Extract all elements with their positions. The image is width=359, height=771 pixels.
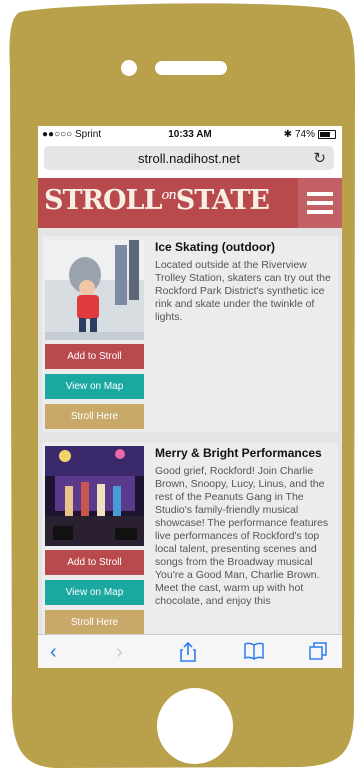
safari-toolbar: ‹ › — [38, 634, 342, 668]
reload-icon[interactable]: ↻ — [313, 149, 326, 167]
tabs-icon[interactable] — [308, 641, 328, 667]
address-bar[interactable]: stroll.nadihost.net ↻ — [44, 146, 334, 170]
home-button[interactable] — [157, 688, 233, 764]
view-on-map-button[interactable]: View on Map — [45, 580, 144, 605]
url-text: stroll.nadihost.net — [138, 151, 240, 166]
speaker-slot — [155, 61, 227, 75]
camera-dot — [121, 60, 137, 76]
stroll-here-button[interactable]: Stroll Here — [45, 610, 144, 634]
battery-icon — [318, 130, 336, 139]
event-description: Good grief, Rockford! Join Charlie Brown… — [155, 465, 329, 607]
event-title[interactable]: Merry & Bright Performances — [155, 446, 322, 460]
phone-screen: ●●○○○ Sprint 10:33 AM ✱ 74% stroll.nadih… — [38, 126, 342, 668]
site-logo[interactable]: STROLLonSTATE — [44, 185, 270, 216]
hamburger-menu-icon[interactable] — [298, 178, 342, 228]
event-title[interactable]: Ice Skating (outdoor) — [155, 240, 275, 254]
add-to-stroll-button[interactable]: Add to Stroll — [45, 344, 144, 369]
battery-status: ✱ 74% — [284, 129, 336, 140]
status-bar: ●●○○○ Sprint 10:33 AM ✱ 74% — [38, 126, 342, 144]
logo-on: on — [161, 188, 177, 203]
logo-left: STROLL — [44, 185, 163, 216]
logo-right: STATE — [175, 185, 270, 216]
event-photo-ice-skating — [45, 240, 144, 340]
bluetooth-icon: ✱ — [283, 129, 292, 140]
add-to-stroll-button[interactable]: Add to Stroll — [45, 550, 144, 575]
event-description: Located outside at the Riverview Trolley… — [155, 259, 331, 323]
site-header: STROLLonSTATE — [38, 178, 342, 228]
share-icon[interactable] — [178, 641, 198, 668]
stroll-here-button[interactable]: Stroll Here — [45, 404, 144, 429]
view-on-map-button[interactable]: View on Map — [45, 374, 144, 399]
battery-percent: 74% — [294, 129, 315, 140]
bookmarks-icon[interactable] — [243, 641, 265, 667]
back-icon[interactable]: ‹ — [50, 641, 57, 664]
event-list: Add to Stroll View on Map Stroll Here Ic… — [38, 228, 342, 634]
event-card: Add to Stroll View on Map Stroll Here Me… — [42, 442, 338, 634]
event-card: Add to Stroll View on Map Stroll Here Ic… — [42, 236, 338, 432]
event-photo-performance — [45, 446, 144, 546]
forward-icon[interactable]: › — [116, 641, 123, 664]
